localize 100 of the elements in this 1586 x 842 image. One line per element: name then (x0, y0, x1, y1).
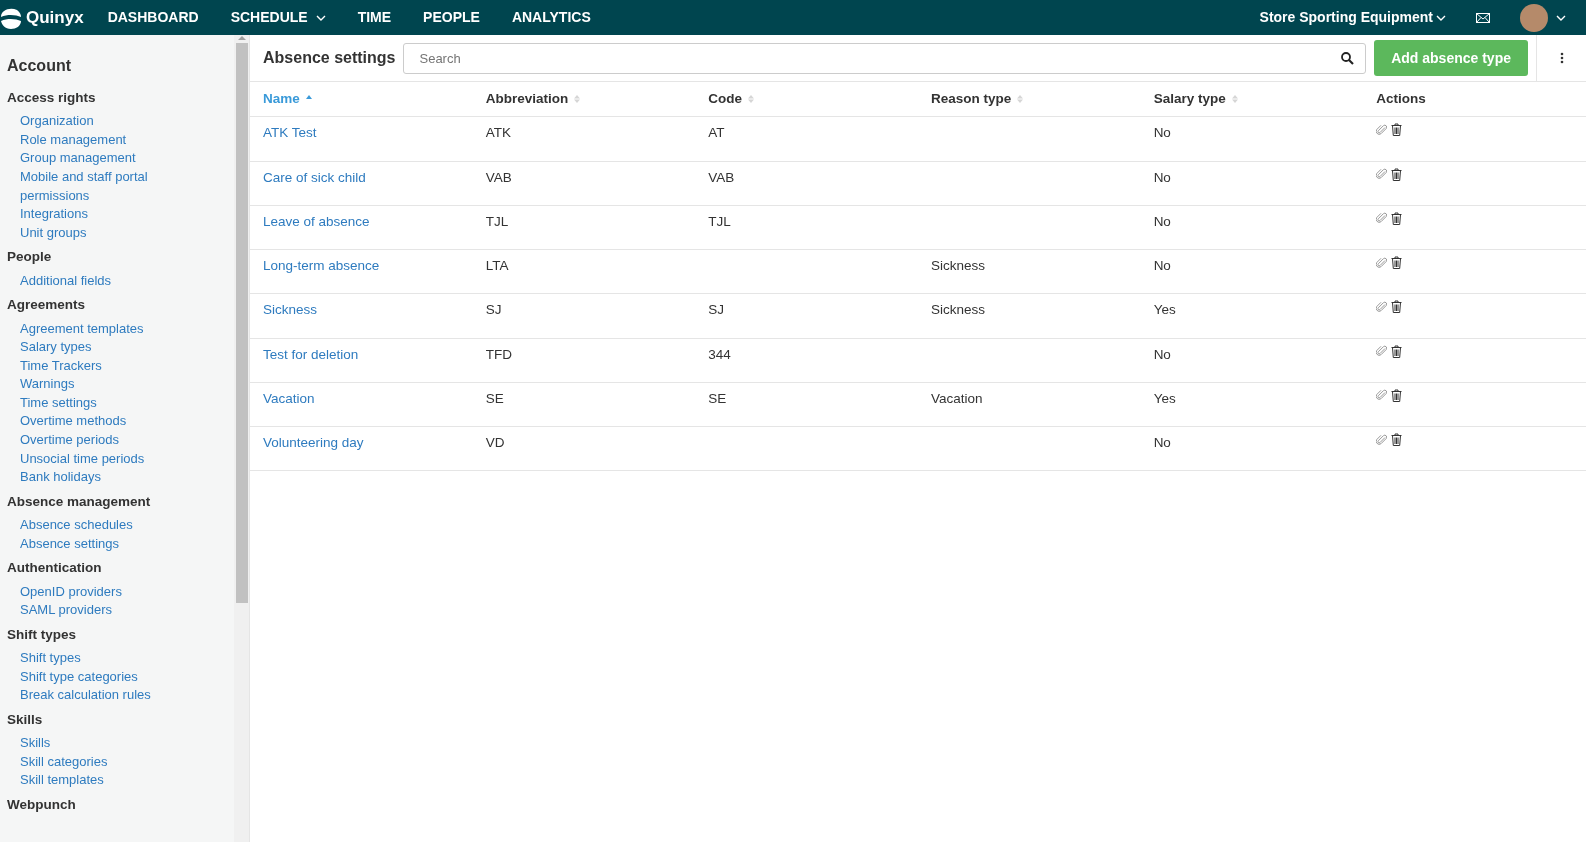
sidebar-link[interactable]: Overtime periods (7, 431, 157, 450)
column-header[interactable]: Reason type (917, 82, 1141, 117)
sidebar-heading: Authentication (7, 559, 103, 578)
absence-type-link[interactable]: Care of sick child (263, 169, 366, 185)
trash-icon[interactable] (1391, 167, 1403, 181)
column-header: Actions (1363, 82, 1586, 117)
table-cell: Yes (1153, 302, 1176, 318)
sidebar-heading: Skills (7, 710, 44, 729)
table-cell: No (1153, 346, 1171, 362)
sidebar-link[interactable]: Break calculation rules (7, 686, 157, 705)
sidebar-link[interactable]: Mobile and staff portal permissions (7, 168, 157, 206)
column-header[interactable]: Name (250, 82, 473, 117)
absence-type-link[interactable]: Vacation (263, 390, 315, 406)
table-cell: SE (708, 390, 727, 406)
table-cell: No (1153, 169, 1171, 185)
sidebar-link[interactable]: Agreement templates (7, 319, 157, 339)
sidebar-link[interactable]: Salary types (7, 338, 157, 357)
sidebar-link[interactable]: Unit groups (7, 223, 157, 243)
table-cell: VAB (708, 169, 735, 185)
table-cell: Sickness (930, 302, 985, 318)
nav-link[interactable]: DASHBOARD (107, 7, 199, 28)
sidebar-link[interactable]: Skill categories (7, 752, 157, 772)
add-absence-type-button[interactable]: Add absence type (1374, 40, 1528, 76)
column-header[interactable]: Code (695, 82, 918, 117)
table-cell: LTA (485, 258, 509, 273)
sidebar-link[interactable]: Bank holidays (7, 468, 157, 487)
absence-type-link[interactable]: ATK Test (263, 125, 317, 141)
trash-icon[interactable] (1391, 300, 1403, 314)
table-cell: No (1153, 125, 1171, 141)
sidebar-heading: Webpunch (7, 795, 77, 814)
paperclip-icon[interactable] (1376, 256, 1388, 269)
sidebar-link[interactable]: Organization (7, 112, 157, 131)
table-cell: TFD (485, 346, 512, 362)
trash-icon[interactable] (1391, 388, 1403, 402)
nav-link[interactable]: TIME (357, 7, 392, 28)
column-header[interactable]: Abbreviation (472, 82, 696, 117)
table-cell: ATK (485, 125, 511, 141)
absence-type-link[interactable]: Leave of absence (263, 213, 370, 229)
trash-icon[interactable] (1391, 256, 1403, 269)
trash-icon[interactable] (1391, 211, 1403, 225)
table-cell: Sickness (930, 258, 985, 273)
paperclip-icon[interactable] (1376, 389, 1388, 402)
paperclip-icon[interactable] (1376, 168, 1388, 180)
sidebar-link[interactable]: Group management (7, 149, 157, 169)
sidebar-heading: Agreements (7, 296, 87, 315)
sidebar-link[interactable]: Warnings (7, 375, 157, 394)
chevron-down-icon (1436, 14, 1446, 21)
table-cell: SE (485, 390, 504, 406)
table-cell: AT (708, 125, 725, 141)
search-icon[interactable] (1341, 51, 1355, 65)
sidebar-link[interactable]: Role management (7, 130, 157, 150)
absence-type-link[interactable]: Volunteering day (263, 435, 364, 450)
trash-icon[interactable] (1391, 344, 1403, 358)
chevron-down-icon[interactable] (1556, 14, 1566, 21)
absence-type-link[interactable]: Long-term absence (263, 258, 380, 273)
sidebar-link[interactable]: Overtime methods (7, 412, 157, 432)
table-cell: VD (485, 435, 505, 450)
sidebar-link[interactable]: Integrations (7, 205, 157, 224)
sidebar-link[interactable]: Time settings (7, 393, 157, 413)
sidebar-link[interactable]: Absence schedules (7, 516, 157, 535)
table-cell: 344 (708, 346, 731, 362)
table-cell: No (1153, 435, 1171, 450)
table-cell: Yes (1153, 390, 1176, 406)
absence-type-link[interactable]: Test for deletion (263, 346, 359, 362)
avatar[interactable] (1520, 3, 1548, 32)
unit-selector[interactable]: Store Sporting Equipment (1259, 7, 1446, 28)
column-header[interactable]: Salary type (1140, 82, 1364, 117)
table-cell: SJ (485, 302, 502, 318)
sidebar-link[interactable]: SAML providers (7, 601, 157, 620)
sidebar-link[interactable]: Shift type categories (7, 667, 157, 687)
table-cell: No (1153, 258, 1171, 273)
nav-link[interactable]: PEOPLE (423, 7, 480, 28)
sidebar-link[interactable]: Shift types (7, 648, 157, 668)
logo-icon (0, 6, 22, 29)
sidebar-link[interactable]: Skills (7, 734, 157, 753)
sidebar-heading: Shift types (7, 625, 77, 644)
sidebar-link[interactable]: Absence settings (7, 534, 157, 554)
table-cell: No (1153, 213, 1171, 229)
sidebar-title: Account (7, 56, 72, 76)
absence-type-link[interactable]: Sickness (263, 302, 318, 318)
sidebar-link[interactable]: Time Trackers (7, 356, 157, 376)
nav-link[interactable]: SCHEDULE (230, 7, 326, 28)
sidebar-heading: Absence management (7, 492, 152, 511)
more-options-icon[interactable] (1559, 52, 1564, 64)
trash-icon[interactable] (1391, 123, 1403, 137)
sidebar-link[interactable]: Skill templates (7, 771, 157, 790)
mail-icon[interactable] (1476, 12, 1490, 23)
page-title: Absence settings (263, 48, 396, 68)
paperclip-icon[interactable] (1376, 300, 1388, 313)
nav-link[interactable]: ANALYTICS (511, 7, 591, 28)
sidebar-link[interactable]: Additional fields (7, 271, 157, 291)
paperclip-icon[interactable] (1376, 345, 1388, 357)
paperclip-icon[interactable] (1376, 212, 1388, 225)
paperclip-icon[interactable] (1376, 123, 1388, 136)
search-field[interactable]: Search (403, 42, 1367, 74)
paperclip-icon[interactable] (1376, 433, 1388, 446)
scrollbar[interactable] (234, 35, 249, 842)
sidebar-link[interactable]: Unsocial time periods (7, 449, 157, 469)
sidebar-link[interactable]: OpenID providers (7, 582, 157, 602)
trash-icon[interactable] (1391, 433, 1403, 446)
